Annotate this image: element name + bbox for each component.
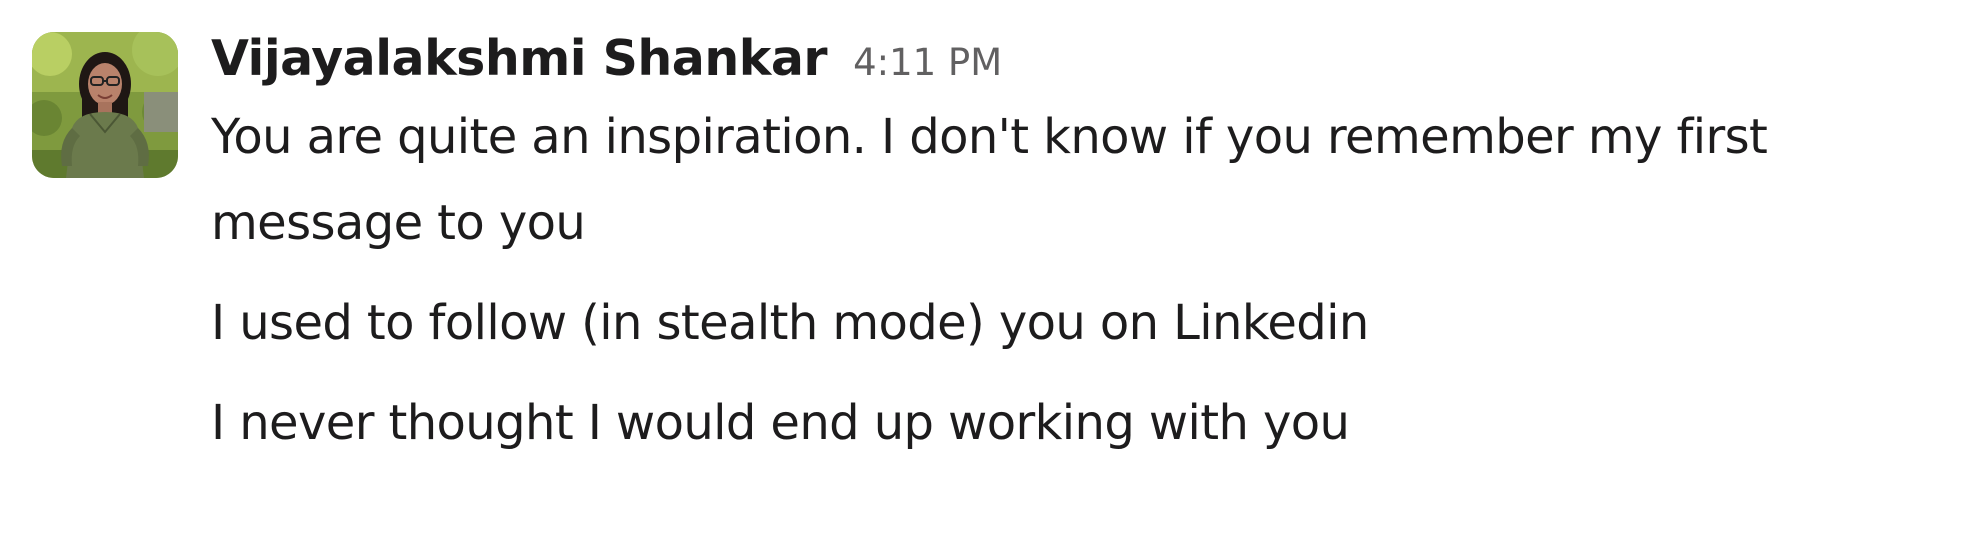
message-text-2: I used to follow (in stealth mode) you o… xyxy=(211,295,1369,351)
message-text-1: You are quite an inspiration. I don't kn… xyxy=(211,109,1768,251)
message-text-3: I never thought I would end up working w… xyxy=(211,395,1350,451)
message-timestamp[interactable]: 4:11 PM xyxy=(853,41,1002,84)
message-header: Vijayalakshmi Shankar 4:11 PM xyxy=(211,30,1971,94)
chat-message: Vijayalakshmi Shankar 4:11 PM You are qu… xyxy=(0,0,1984,560)
user-avatar-icon xyxy=(32,32,178,178)
sender-name[interactable]: Vijayalakshmi Shankar xyxy=(211,30,828,87)
avatar[interactable] xyxy=(32,32,178,178)
message-content: Vijayalakshmi Shankar 4:11 PM You are qu… xyxy=(211,30,1971,466)
